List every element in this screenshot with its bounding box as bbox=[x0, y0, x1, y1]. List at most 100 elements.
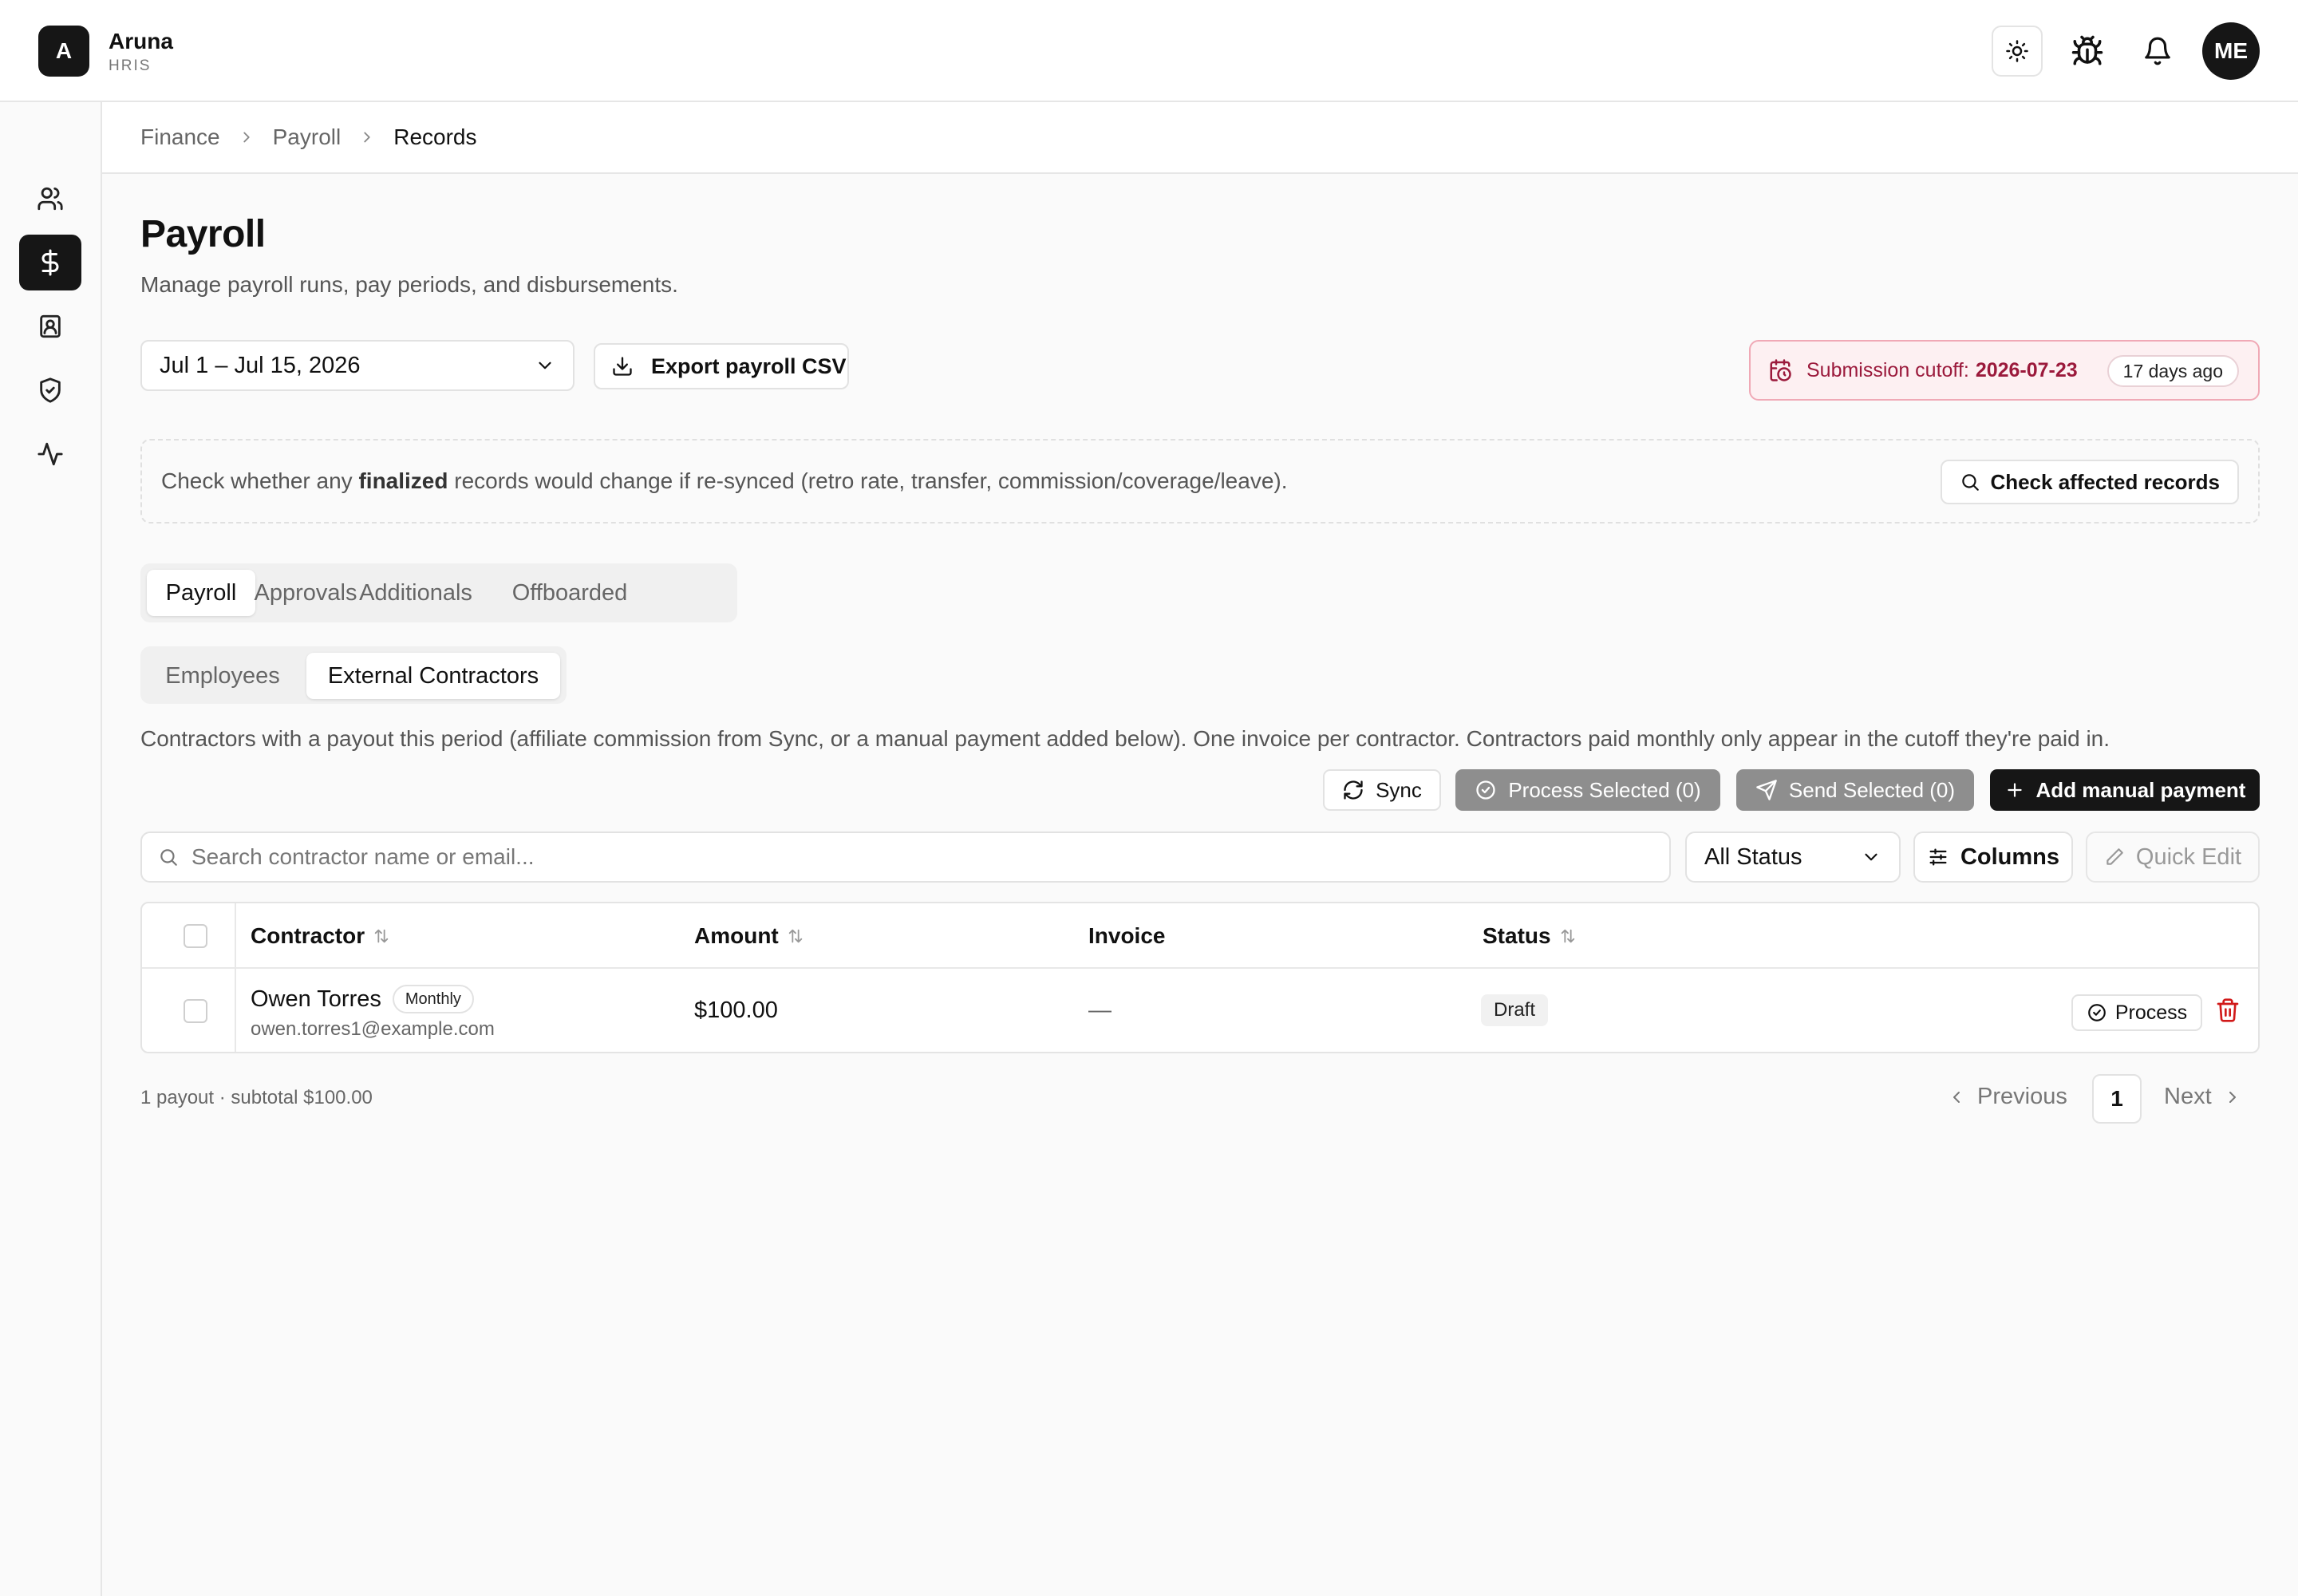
check-affected-label: Check affected records bbox=[1990, 469, 2220, 494]
invoice-cell: — bbox=[1088, 998, 1111, 1023]
download-icon bbox=[611, 355, 634, 377]
export-payroll-csv-button[interactable]: Export payroll CSV bbox=[594, 343, 849, 389]
search-input[interactable] bbox=[192, 844, 1628, 870]
pay-period-select[interactable]: Jul 1 – Jul 15, 2026 bbox=[140, 340, 574, 391]
bug-icon bbox=[2071, 34, 2104, 68]
pay-period-value: Jul 1 – Jul 15, 2026 bbox=[160, 352, 361, 378]
sliders-icon bbox=[1927, 846, 1949, 868]
process-label: Process bbox=[2114, 1001, 2188, 1024]
send-selected-button[interactable]: Send Selected (0) bbox=[1736, 769, 1974, 811]
chevron-down-icon bbox=[535, 355, 555, 376]
sidebar-item-directory[interactable] bbox=[19, 298, 81, 354]
breadcrumb: Finance Payroll Records bbox=[102, 102, 2298, 174]
dollar-icon bbox=[36, 248, 65, 277]
column-header-amount[interactable]: Amount bbox=[694, 903, 804, 969]
chevron-down-icon bbox=[1861, 847, 1881, 867]
column-header-contractor[interactable]: Contractor bbox=[251, 903, 390, 969]
resync-notice: Check whether any finalized records woul… bbox=[140, 439, 2260, 523]
app-logo[interactable]: A bbox=[38, 26, 89, 77]
notifications-button[interactable] bbox=[2132, 26, 2183, 77]
top-bar: A Aruna HRIS ME bbox=[0, 0, 2298, 102]
breadcrumb-payroll[interactable]: Payroll bbox=[273, 124, 342, 150]
sidebar-item-people[interactable] bbox=[19, 171, 81, 227]
tab-additionals[interactable]: Additionals bbox=[356, 570, 476, 616]
sidebar-item-finance[interactable] bbox=[19, 235, 81, 290]
trash-icon[interactable] bbox=[2215, 998, 2241, 1023]
tab-payroll[interactable]: Payroll bbox=[147, 570, 255, 616]
contractor-email: owen.torres1@example.com bbox=[251, 1018, 495, 1040]
page-title: Payroll bbox=[140, 213, 266, 255]
theme-toggle-button[interactable] bbox=[1992, 26, 2043, 77]
contractor-name: Owen Torres bbox=[251, 986, 381, 1012]
sync-button[interactable]: Sync bbox=[1323, 769, 1441, 811]
breadcrumb-records: Records bbox=[393, 124, 477, 149]
sort-icon bbox=[787, 927, 804, 945]
app-subtitle: HRIS bbox=[109, 57, 152, 74]
tab-external-contractors[interactable]: External Contractors bbox=[306, 653, 560, 699]
sidebar-item-compliance[interactable] bbox=[19, 362, 81, 418]
send-icon bbox=[1755, 779, 1778, 801]
calendar-clock-icon bbox=[1768, 358, 1792, 382]
next-label: Next bbox=[2164, 1084, 2212, 1109]
columns-button[interactable]: Columns bbox=[1913, 832, 2073, 883]
process-button[interactable]: Process bbox=[2071, 994, 2202, 1031]
column-header-status[interactable]: Status bbox=[1483, 903, 1577, 969]
cutoff-label: Submission cutoff: bbox=[1806, 358, 1969, 381]
sidebar-item-activity[interactable] bbox=[19, 426, 81, 482]
add-manual-payment-button[interactable]: Add manual payment bbox=[1990, 769, 2260, 811]
user-avatar[interactable]: ME bbox=[2202, 22, 2260, 80]
app-name: Aruna bbox=[109, 29, 173, 53]
tab-approvals[interactable]: Approvals bbox=[255, 570, 357, 616]
contractor-payouts-table: Contractor Amount Invoice Status Owen To… bbox=[140, 902, 2260, 1053]
check-affected-records-button[interactable]: Check affected records bbox=[1941, 460, 2239, 504]
status-badge: Draft bbox=[1481, 994, 1549, 1026]
status-filter-value: All Status bbox=[1704, 843, 1802, 870]
row-checkbox[interactable] bbox=[184, 999, 207, 1023]
tab-employees[interactable]: Employees bbox=[147, 653, 298, 699]
submission-cutoff-banner: Submission cutoff: 2026-07-23 17 days ag… bbox=[1749, 340, 2260, 401]
bell-icon bbox=[2142, 36, 2173, 66]
previous-page-button[interactable]: Previous bbox=[1947, 1084, 2067, 1110]
sort-icon bbox=[1559, 927, 1577, 945]
amount-cell: $100.00 bbox=[694, 998, 778, 1023]
add-manual-payment-label: Add manual payment bbox=[2035, 777, 2246, 802]
pencil-icon bbox=[2104, 847, 2125, 867]
sidebar bbox=[0, 102, 102, 1596]
process-selected-button[interactable]: Process Selected (0) bbox=[1455, 769, 1720, 811]
previous-label: Previous bbox=[1977, 1084, 2067, 1109]
contractor-search bbox=[140, 832, 1671, 883]
column-header-invoice: Invoice bbox=[1088, 923, 1166, 948]
payout-summary: 1 payout · subtotal $100.00 bbox=[140, 1087, 373, 1108]
users-icon bbox=[37, 185, 64, 212]
chevron-right-icon bbox=[358, 128, 376, 146]
next-page-button[interactable]: Next bbox=[2164, 1084, 2242, 1110]
columns-label: Columns bbox=[1960, 843, 2060, 870]
main-tabs: Payroll Approvals Additionals Offboarded bbox=[140, 563, 737, 622]
table-row[interactable]: Owen Torres Monthly owen.torres1@example… bbox=[142, 970, 2258, 1052]
debug-button[interactable] bbox=[2062, 26, 2113, 77]
sort-icon bbox=[373, 927, 390, 945]
tab-offboarded[interactable]: Offboarded bbox=[482, 570, 657, 616]
worker-type-tabs: Employees External Contractors bbox=[140, 646, 567, 704]
chevron-right-icon bbox=[2223, 1088, 2242, 1107]
send-selected-label: Send Selected (0) bbox=[1788, 777, 1956, 802]
activity-icon bbox=[37, 440, 64, 468]
sync-label: Sync bbox=[1376, 777, 1422, 802]
select-all-checkbox[interactable] bbox=[184, 924, 207, 948]
page-number-button[interactable]: 1 bbox=[2092, 1074, 2142, 1124]
contractors-description: Contractors with a payout this period (a… bbox=[140, 726, 2110, 751]
frequency-badge: Monthly bbox=[392, 985, 474, 1013]
contact-card-icon bbox=[37, 313, 64, 340]
quick-edit-button[interactable]: Quick Edit bbox=[2086, 832, 2260, 883]
refresh-icon bbox=[1342, 779, 1364, 801]
status-filter-select[interactable]: All Status bbox=[1685, 832, 1901, 883]
contractor-name-cell: Owen Torres Monthly bbox=[251, 985, 474, 1013]
table-header: Contractor Amount Invoice Status bbox=[142, 903, 2258, 969]
breadcrumb-finance[interactable]: Finance bbox=[140, 124, 220, 150]
chevron-right-icon bbox=[238, 128, 255, 146]
sun-icon bbox=[2005, 39, 2029, 63]
check-circle-icon bbox=[1475, 779, 1497, 801]
cutoff-date: 2026-07-23 bbox=[1975, 358, 2078, 381]
search-icon bbox=[158, 847, 179, 867]
process-selected-label: Process Selected (0) bbox=[1508, 777, 1701, 802]
